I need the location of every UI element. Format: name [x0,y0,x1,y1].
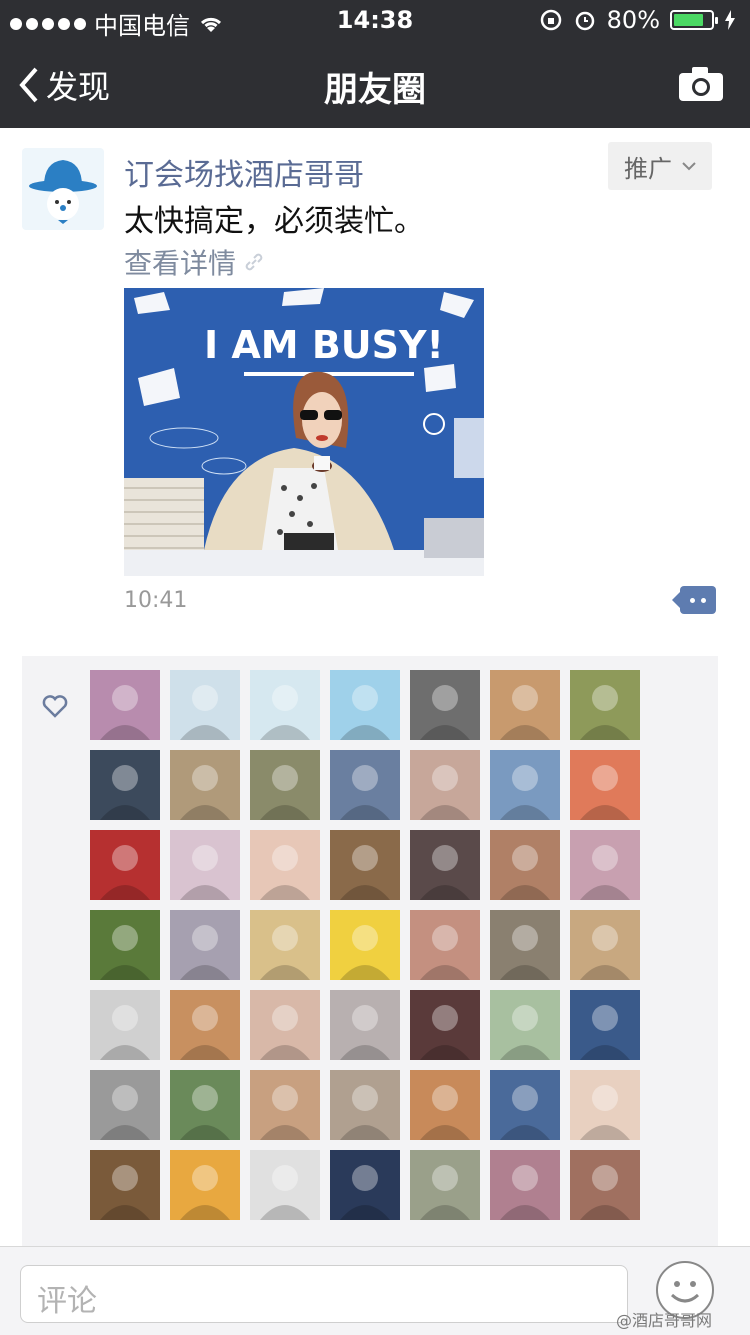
liker-avatar[interactable] [330,830,400,900]
liker-avatar[interactable] [250,830,320,900]
post-image[interactable]: I AM BUSY! [124,288,484,576]
liker-avatar[interactable] [330,910,400,980]
alarm-icon [575,11,594,31]
liker-avatar[interactable] [90,1070,160,1140]
liker-avatar[interactable] [330,1070,400,1140]
liker-avatar[interactable] [570,750,640,820]
comment-dot [690,598,695,603]
liker-avatar[interactable] [250,990,320,1060]
liker-avatar[interactable] [490,990,560,1060]
promo-label: 推广 [624,154,672,183]
page-title: 朋友圈 [324,70,426,110]
liker-avatar[interactable] [170,910,240,980]
liker-avatar[interactable] [570,1070,640,1140]
liker-avatar[interactable] [570,1150,640,1220]
view-detail-link[interactable]: 查看详情 [124,242,266,282]
comment-action-button[interactable] [680,586,716,614]
liker-avatar[interactable] [330,670,400,740]
liker-avatar[interactable] [490,1070,560,1140]
liker-avatar[interactable] [410,1070,480,1140]
liker-avatar[interactable] [570,910,640,980]
liker-avatar[interactable] [410,670,480,740]
liker-avatar[interactable] [330,990,400,1060]
liker-avatar[interactable] [490,750,560,820]
liker-avatar[interactable] [90,670,160,740]
liker-avatar[interactable] [90,1150,160,1220]
comment-bar: 评论 @酒店哥哥网 [0,1246,750,1335]
author-avatar[interactable] [22,148,104,230]
nav-bar: 发现 朋友圈 [0,40,750,128]
author-name[interactable]: 订会场找酒店哥哥 [124,150,364,194]
liker-avatar[interactable] [410,990,480,1060]
watermark: @酒店哥哥网 [616,1311,713,1330]
promo-badge[interactable]: 推广 [608,142,712,190]
liker-avatar[interactable] [570,830,640,900]
rotation-lock-icon [540,9,561,31]
liker-avatar[interactable] [250,670,320,740]
comment-input[interactable]: 评论 [20,1265,628,1323]
likes-panel [22,656,718,1256]
liker-avatar[interactable] [250,1150,320,1220]
liker-avatar[interactable] [170,1150,240,1220]
liker-avatar[interactable] [250,750,320,820]
image-headline: I AM BUSY! [204,323,444,367]
status-right: 80% [539,6,736,34]
liker-avatar[interactable] [330,750,400,820]
post-time: 10:41 [124,588,188,613]
liker-avatar[interactable] [90,990,160,1060]
battery-icon [670,10,718,30]
liker-avatar[interactable] [410,910,480,980]
charging-icon [725,10,735,30]
liker-avatar[interactable] [490,910,560,980]
link-icon [245,253,263,271]
chevron-down-icon [682,162,696,171]
liker-avatar[interactable] [410,830,480,900]
status-bar: 中国电信 14:38 80% [0,0,750,40]
top-bar: 中国电信 14:38 80% 发现 朋友圈 [0,0,750,128]
liker-avatar[interactable] [90,830,160,900]
liker-avatar[interactable] [250,910,320,980]
liker-avatar[interactable] [170,830,240,900]
liker-avatar[interactable] [330,1150,400,1220]
liker-avatar[interactable] [490,830,560,900]
liker-avatar[interactable] [250,1070,320,1140]
liker-avatar[interactable] [170,1070,240,1140]
detail-label: 查看详情 [124,247,237,280]
liker-avatar[interactable] [570,990,640,1060]
comment-pointer [672,590,682,610]
liker-avatar[interactable] [90,910,160,980]
liker-avatar[interactable] [490,1150,560,1220]
liker-avatar[interactable] [410,750,480,820]
comment-dot [701,598,706,603]
liker-avatar[interactable] [170,750,240,820]
heart-icon [42,695,68,718]
liker-avatar[interactable] [170,990,240,1060]
liker-avatar[interactable] [490,670,560,740]
post-text: 太快搞定，必须装忙。 [124,204,424,239]
liker-avatar[interactable] [570,670,640,740]
liker-avatar[interactable] [90,750,160,820]
camera-icon[interactable] [678,66,724,102]
battery-fill [674,14,703,26]
liker-avatar[interactable] [170,670,240,740]
liker-avatar[interactable] [410,1150,480,1220]
battery-percent: 80% [606,6,660,34]
